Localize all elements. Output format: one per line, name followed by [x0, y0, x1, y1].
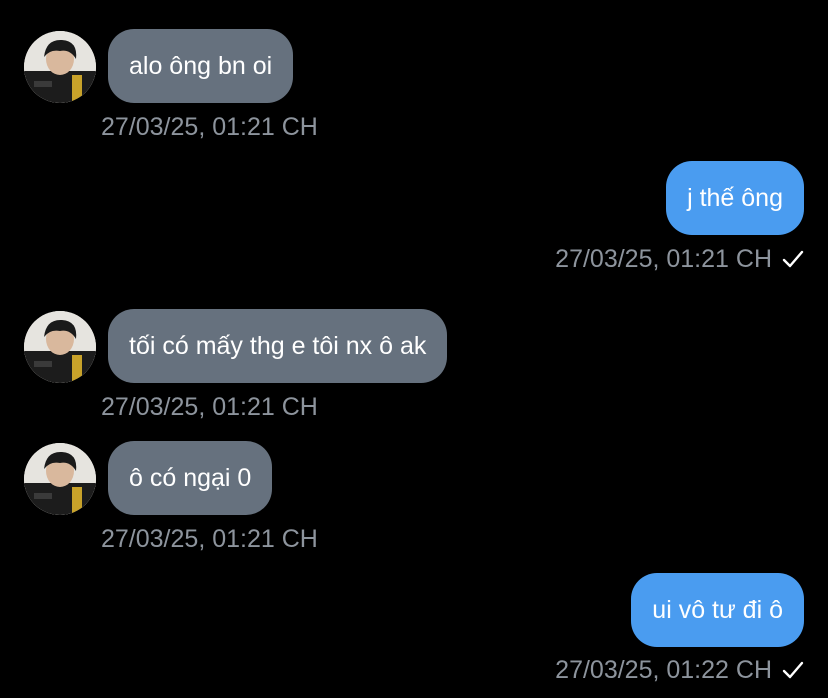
- message-timestamp: 27/03/25, 01:22 CH: [555, 656, 772, 684]
- message-timestamp-row: 27/03/25, 01:21 CH: [555, 244, 804, 274]
- avatar[interactable]: [24, 31, 96, 103]
- message-bubble-outgoing[interactable]: j thế ông: [666, 161, 804, 235]
- message-bubble-incoming[interactable]: tối có mấy thg e tôi nx ô ak: [108, 309, 448, 383]
- message-bubble-incoming[interactable]: ô có ngại 0: [108, 441, 273, 515]
- message-timestamp: 27/03/25, 01:21 CH: [101, 393, 318, 421]
- message-timestamp-row: 27/03/25, 01:22 CH: [555, 655, 804, 685]
- avatar[interactable]: [24, 443, 96, 515]
- check-icon: [782, 661, 804, 679]
- message-bubble-incoming[interactable]: alo ông bn oi: [108, 29, 294, 103]
- avatar[interactable]: [24, 311, 96, 383]
- message-bubble-outgoing[interactable]: ui vô tư đi ô: [631, 573, 804, 647]
- message-timestamp: 27/03/25, 01:21 CH: [101, 525, 318, 553]
- check-icon: [782, 250, 804, 268]
- message-timestamp: 27/03/25, 01:21 CH: [101, 113, 318, 141]
- message-timestamp: 27/03/25, 01:21 CH: [555, 245, 772, 273]
